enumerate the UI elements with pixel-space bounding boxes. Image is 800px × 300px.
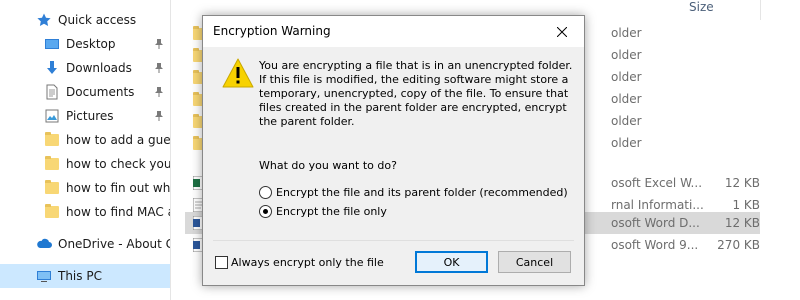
nav-item-label: how to find MAC ac: [66, 205, 170, 219]
file-type: older: [611, 114, 642, 128]
file-type: older: [611, 92, 642, 106]
file-type: rnal Informati...: [611, 198, 704, 212]
column-header-size[interactable]: Size: [689, 0, 714, 18]
pin-icon: [155, 62, 163, 73]
dialog-titlebar[interactable]: Encryption Warning: [203, 16, 584, 47]
pin-icon: [155, 38, 163, 49]
dialog-title: Encryption Warning: [213, 24, 331, 38]
cloud-icon: [36, 236, 52, 252]
folder-icon: [44, 156, 60, 172]
nav-item-pictures[interactable]: Pictures: [0, 104, 170, 128]
nav-item-folder[interactable]: how to check your r: [0, 152, 170, 176]
folder-icon: [44, 132, 60, 148]
nav-quick-access[interactable]: Quick access: [0, 8, 170, 32]
nav-item-folder[interactable]: how to add a guest: [0, 128, 170, 152]
always-encrypt-checkbox[interactable]: Always encrypt only the file: [215, 256, 384, 269]
downloads-icon: [44, 60, 60, 76]
file-type: older: [611, 48, 642, 62]
radio-button-selected[interactable]: [259, 204, 272, 218]
radio-label: Encrypt the file only: [276, 204, 387, 218]
file-type: older: [611, 26, 642, 40]
star-icon: [36, 12, 52, 28]
nav-item-label: how to fin out what: [66, 181, 170, 195]
documents-icon: [44, 84, 60, 100]
file-size: 1 KB: [732, 198, 760, 212]
question-label: What do you want to do?: [259, 159, 397, 172]
nav-item-label: Desktop: [66, 37, 116, 51]
pin-icon: [155, 110, 163, 121]
file-type: osoft Excel W...: [611, 176, 703, 190]
nav-item-label: how to add a guest: [66, 133, 170, 147]
checkbox[interactable]: [215, 256, 228, 269]
file-type: older: [611, 136, 642, 150]
pin-icon: [155, 86, 163, 97]
close-button[interactable]: [540, 16, 584, 47]
file-type: older: [611, 70, 642, 84]
warning-icon: [222, 58, 254, 88]
column-separator[interactable]: [760, 0, 761, 20]
checkbox-label: Always encrypt only the file: [231, 256, 384, 269]
desktop-icon: [44, 36, 60, 52]
radio-encrypt-file-only[interactable]: Encrypt the file only: [259, 203, 387, 219]
nav-item-label: Documents: [66, 85, 135, 99]
nav-item-label: This PC: [58, 269, 102, 283]
nav-item-label: Pictures: [66, 109, 114, 123]
radio-button[interactable]: [259, 185, 272, 199]
warning-message: You are encrypting a file that is in an …: [259, 59, 573, 128]
nav-item-onedrive[interactable]: OneDrive - About Giv: [0, 232, 170, 256]
nav-item-folder[interactable]: how to find MAC ac: [0, 200, 170, 224]
close-icon: [557, 26, 567, 37]
computer-icon: [36, 268, 52, 284]
nav-item-label: how to check your r: [66, 157, 170, 171]
file-size: 12 KB: [724, 176, 760, 190]
nav-item-label: OneDrive - About Giv: [58, 237, 170, 251]
dialog-footer: Always encrypt only the file OK Cancel: [203, 241, 584, 285]
nav-item-documents[interactable]: Documents: [0, 80, 170, 104]
file-type: osoft Word D...: [611, 216, 700, 230]
ok-button[interactable]: OK: [415, 251, 488, 273]
nav-item-folder[interactable]: how to fin out what: [0, 176, 170, 200]
nav-item-desktop[interactable]: Desktop: [0, 32, 170, 56]
file-size: 270 KB: [717, 238, 760, 252]
encryption-warning-dialog: Encryption Warning You are encrypting a …: [202, 15, 585, 286]
nav-item-this-pc[interactable]: This PC: [0, 264, 170, 288]
radio-encrypt-file-and-folder[interactable]: Encrypt the file and its parent folder (…: [259, 184, 568, 200]
folder-icon: [44, 204, 60, 220]
radio-label: Encrypt the file and its parent folder (…: [276, 185, 568, 199]
pictures-icon: [44, 108, 60, 124]
nav-item-label: Downloads: [66, 61, 132, 75]
cancel-button[interactable]: Cancel: [498, 251, 571, 273]
navigation-pane: Quick access Desktop Downloads Documents…: [0, 0, 170, 300]
file-type: osoft Word 9...: [611, 238, 699, 252]
nav-quick-access-label: Quick access: [58, 13, 137, 27]
nav-item-downloads[interactable]: Downloads: [0, 56, 170, 80]
file-size: 12 KB: [724, 216, 760, 230]
folder-icon: [44, 180, 60, 196]
